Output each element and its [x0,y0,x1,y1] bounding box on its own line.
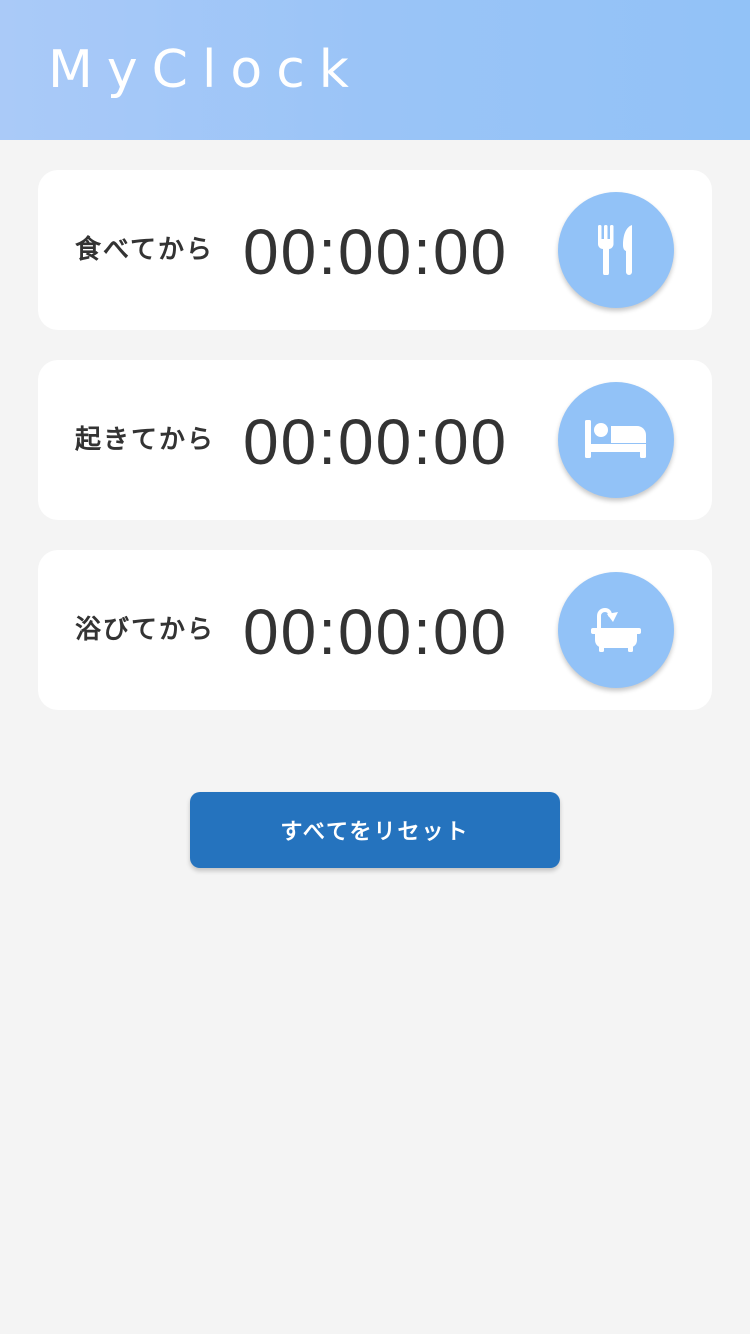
timer-elapsed: 00:00:00 [243,406,509,478]
bed-icon [585,420,647,460]
meal-reset-button[interactable] [558,192,674,308]
utensils-icon [596,225,636,275]
reset-all-button[interactable]: すべてをリセット [190,792,560,868]
timer-elapsed: 00:00:00 [243,596,509,668]
timer-elapsed: 00:00:00 [243,216,509,288]
bath-reset-button[interactable] [558,572,674,688]
app-title: MyClock [48,40,363,100]
timer-card-bath: 浴びてから 00:00:00 [38,550,712,710]
timer-card-meal: 食べてから 00:00:00 [38,170,712,330]
timer-label: 起きてから [75,425,216,455]
timer-label: 浴びてから [75,615,216,645]
timer-label: 食べてから [75,235,214,265]
wake-reset-button[interactable] [558,382,674,498]
app-header: MyClock [0,0,750,140]
bath-icon [591,608,641,652]
timer-card-wake: 起きてから 00:00:00 [38,360,712,520]
